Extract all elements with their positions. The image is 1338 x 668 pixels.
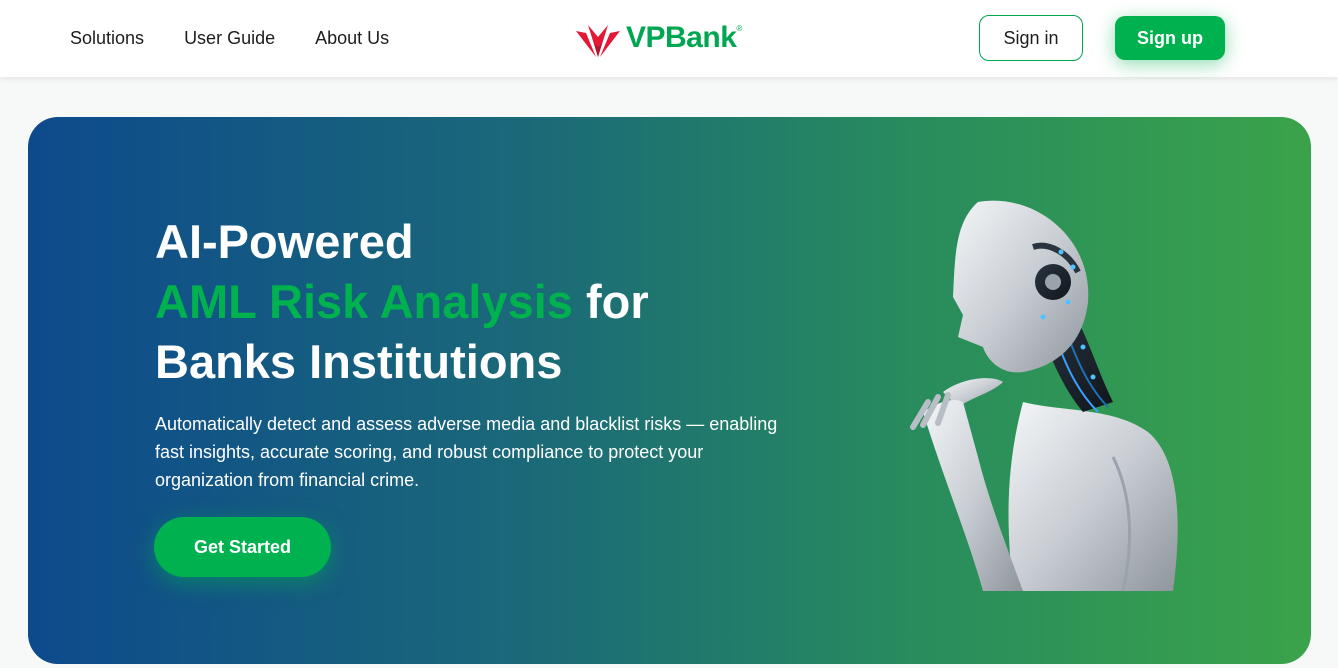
sign-in-button[interactable]: Sign in [979,15,1083,61]
nav-solutions[interactable]: Solutions [70,28,144,49]
ai-robot-illustration [910,200,1178,592]
hero-headline: AI-Powered AML Risk Analysis for Banks I… [155,212,649,392]
headline-accent: AML Risk Analysis [155,275,573,328]
headline-line-3: Banks Institutions [155,335,563,388]
nav-about-us[interactable]: About Us [315,28,389,49]
headline-line-2: AML Risk Analysis for [155,272,649,332]
vpbank-wordmark: VPBank [626,21,737,54]
get-started-button[interactable]: Get Started [154,517,331,577]
nav-user-guide[interactable]: User Guide [184,28,275,49]
top-navigation-bar: Solutions User Guide About Us VPBank ® S… [0,0,1338,77]
sign-up-button[interactable]: Sign up [1115,16,1225,60]
registered-mark: ® [736,23,743,33]
main-nav: Solutions User Guide About Us [70,0,389,77]
vpbank-logo[interactable]: VPBank ® [574,16,742,60]
hero-banner: AI-Powered AML Risk Analysis for Banks I… [28,117,1311,664]
headline-line-1: AI-Powered [155,215,414,268]
hero-description: Automatically detect and assess adverse … [155,414,778,490]
headline-line-2-rest: for [572,275,649,328]
vpbank-lotus-icon [576,25,620,57]
